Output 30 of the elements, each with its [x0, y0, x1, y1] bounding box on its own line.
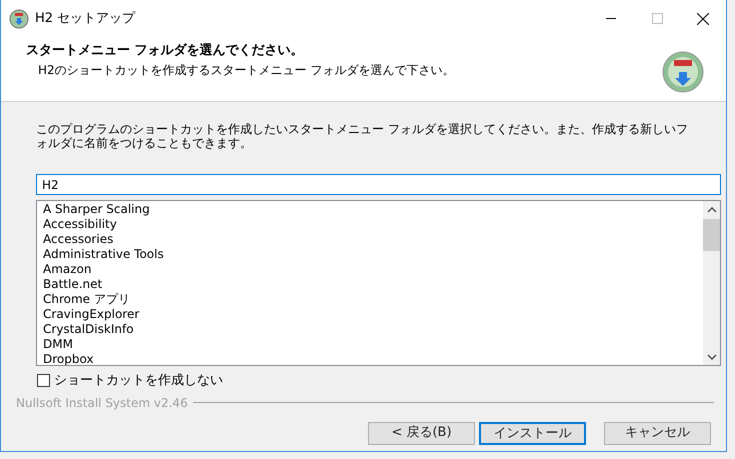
folder-item[interactable]: Amazon [43, 262, 697, 277]
page-title: スタートメニュー フォルダを選んでください。 [26, 42, 305, 60]
scroll-down-icon[interactable] [706, 354, 716, 360]
folder-item[interactable]: Accessibility [43, 217, 697, 232]
folder-name-field[interactable]: H2 [36, 174, 721, 195]
folder-item[interactable]: DMM [43, 337, 697, 352]
folder-item[interactable]: Battle.net [43, 277, 697, 292]
checkbox[interactable] [37, 374, 50, 388]
close-icon [697, 12, 709, 24]
dialog-button[interactable]: キャンセル [604, 422, 711, 444]
minimize-icon [606, 18, 616, 20]
checkbox-label[interactable]: ショートカットを作成しない [54, 371, 223, 390]
instruction-text: このプログラムのショートカットを作成したいスタートメニュー フォルダを選択してください。また、作成する新しいフォルダに名前をつけることもできます。 [35, 121, 689, 150]
installer-icon [662, 51, 704, 93]
dialog-button[interactable]: < 戻る(B) [368, 422, 475, 444]
folder-item[interactable]: CrystalDiskInfo [43, 322, 697, 337]
scroll-thumb[interactable] [703, 219, 720, 251]
folder-item[interactable]: CravingExplorer [43, 307, 697, 322]
maximize-icon [652, 13, 662, 24]
window-title: H2 セットアップ [35, 10, 136, 28]
page-subtitle: H2のショートカットを作成するスタートメニュー フォルダを選んで下さい。 [38, 62, 456, 78]
folder-item[interactable]: Administrative Tools [43, 247, 697, 262]
app-icon [9, 8, 29, 28]
scrollbar[interactable] [703, 201, 720, 365]
folder-item[interactable]: Chrome アプリ [43, 292, 697, 307]
folder-item[interactable]: A Sharper Scaling [43, 202, 697, 217]
scroll-up-icon[interactable] [706, 207, 716, 213]
dialog-button[interactable]: インストール [479, 422, 586, 444]
folder-item[interactable]: Accessories [43, 232, 697, 247]
branding-text: Nullsoft Install System v2.46 [16, 394, 188, 412]
